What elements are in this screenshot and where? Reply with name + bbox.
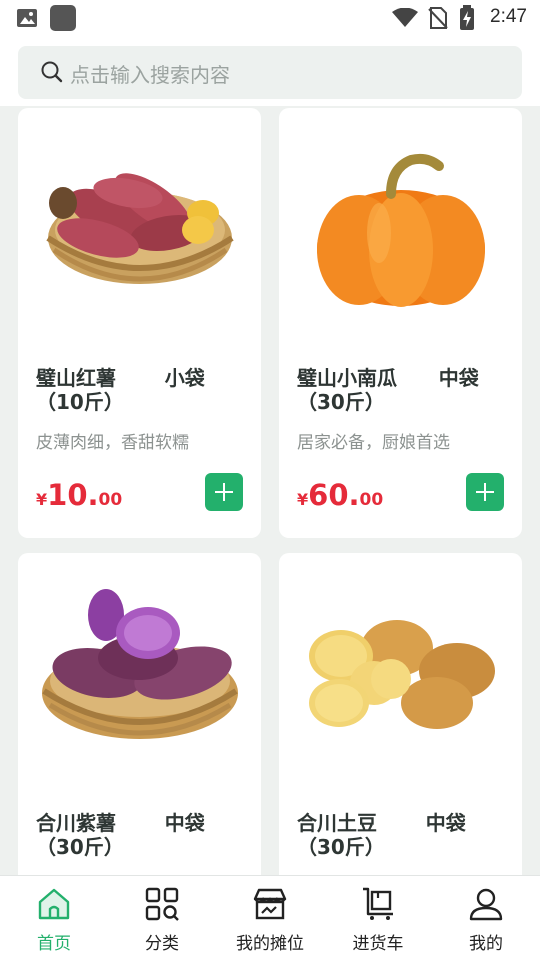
price-currency: ¥ <box>297 490 309 509</box>
search-icon <box>40 60 64 88</box>
search-header: 点击输入搜索内容 <box>0 36 540 106</box>
product-image-sweet-potato <box>18 108 261 338</box>
cart-icon <box>363 887 393 920</box>
tab-label: 我的摊位 <box>236 934 304 954</box>
home-icon <box>38 888 70 920</box>
product-image-potato <box>279 553 522 783</box>
tab-my-stall[interactable]: 我的摊位 <box>216 876 324 960</box>
product-price: ¥60.00 <box>297 478 383 512</box>
product-title: 合川土豆 中袋（30斤） <box>297 811 466 859</box>
clock-time: 2:47 <box>490 6 527 27</box>
product-card[interactable]: 璧山小南瓜 中袋（30斤） 居家必备，厨娘首选 ¥60.00 <box>279 108 522 538</box>
category-icon <box>145 887 179 921</box>
product-title: 璧山小南瓜 中袋（30斤） <box>297 366 479 414</box>
bottom-tab-bar: 首页 分类 我的摊位 进货车 我的 <box>0 875 540 960</box>
product-title: 璧山红薯 小袋（10斤） <box>36 366 205 414</box>
tab-label: 分类 <box>145 934 179 954</box>
tab-purchase-cart[interactable]: 进货车 <box>324 876 432 960</box>
price-currency: ¥ <box>36 490 48 509</box>
no-sim-icon <box>428 7 448 33</box>
product-card[interactable]: 合川土豆 中袋（30斤） <box>279 553 522 875</box>
product-card[interactable]: 合川紫薯 中袋（30斤） <box>18 553 261 875</box>
add-to-cart-button[interactable] <box>205 473 243 511</box>
price-decimal: 00 <box>98 490 123 510</box>
price-integer: 60. <box>308 478 360 512</box>
product-card[interactable]: 璧山红薯 小袋（10斤） 皮薄肉细，香甜软糯 ¥10.00 <box>18 108 261 538</box>
product-grid: 璧山红薯 小袋（10斤） 皮薄肉细，香甜软糯 ¥10.00 璧山小南瓜 中袋（3… <box>0 106 540 875</box>
product-image-pumpkin <box>279 108 522 338</box>
tab-label: 我的 <box>469 934 503 954</box>
tab-label: 进货车 <box>352 934 404 954</box>
search-placeholder: 点击输入搜索内容 <box>70 63 230 87</box>
product-image-purple-sweet-potato <box>18 553 261 783</box>
search-bar[interactable]: 点击输入搜索内容 <box>18 46 522 99</box>
price-decimal: 00 <box>359 490 384 510</box>
profile-icon <box>469 888 503 921</box>
product-title: 合川紫薯 中袋（30斤） <box>36 811 205 859</box>
product-description: 居家必备，厨娘首选 <box>297 433 450 453</box>
product-price: ¥10.00 <box>36 478 122 512</box>
add-to-cart-button[interactable] <box>466 473 504 511</box>
tab-label: 首页 <box>37 934 71 954</box>
wifi-icon <box>392 7 418 32</box>
stall-icon <box>253 888 287 920</box>
app-notification-icon <box>50 5 76 35</box>
product-description: 皮薄肉细，香甜软糯 <box>36 433 189 453</box>
battery-charging-icon <box>459 5 475 35</box>
image-notification-icon <box>16 7 38 33</box>
tab-category[interactable]: 分类 <box>108 876 216 960</box>
price-integer: 10. <box>47 478 99 512</box>
tab-home[interactable]: 首页 <box>0 876 108 960</box>
status-bar: 2:47 <box>0 0 540 36</box>
tab-profile[interactable]: 我的 <box>432 876 540 960</box>
